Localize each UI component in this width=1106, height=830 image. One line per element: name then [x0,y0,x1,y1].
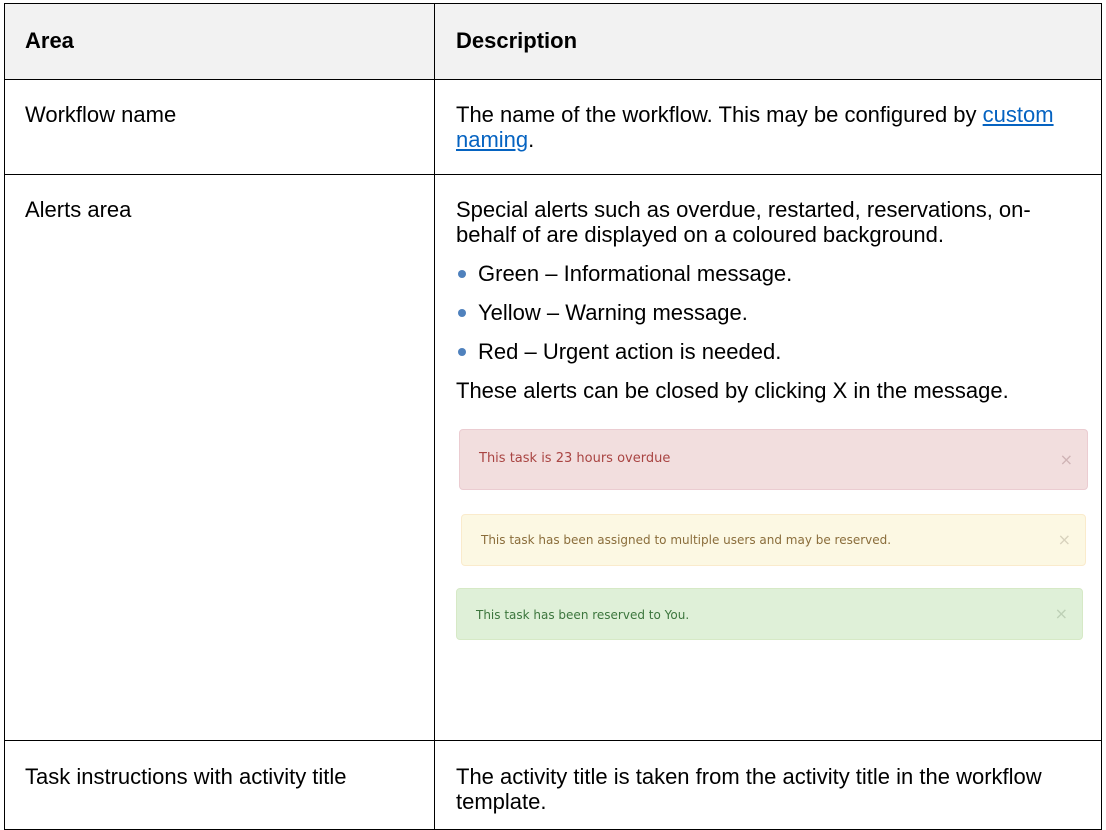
list-item: Red – Urgent action is needed. [456,339,1087,364]
overdue-alert-example: This task is 23 hours overdue × [459,429,1088,490]
close-icon[interactable]: × [1060,451,1073,468]
description-text: The name of the workflow. This may be co… [435,80,1101,152]
workflow-name-description: The name of the workflow. This may be co… [456,102,977,127]
alert-color-list: Green – Informational message. Yellow – … [456,261,1087,364]
reserved-info-alert-example: This task has been reserved to You. × [456,588,1083,640]
area-label: Task instructions with activity title [25,764,347,789]
header-area-cell: Area [4,3,435,80]
header-description: Description [456,28,578,53]
description-cell: The activity title is taken from the act… [434,740,1102,830]
bullet-icon [458,348,466,356]
description-cell: Special alerts such as overdue, restarte… [434,174,1102,741]
area-label: Alerts area [25,197,132,222]
task-instructions-description: The activity title is taken from the act… [456,764,1042,814]
alerts-description: Special alerts such as overdue, restarte… [435,175,1101,640]
list-item: Yellow – Warning message. [456,300,1087,325]
area-description-table: Area Description Workflow name The name … [4,3,1102,830]
close-icon[interactable]: × [1055,606,1068,622]
table-row-workflow-name: Workflow name The name of the workflow. … [4,79,1102,175]
bullet-text-yellow: Yellow – Warning message. [478,300,748,325]
header-description-cell: Description [434,3,1102,80]
table-row-alerts-area: Alerts area Special alerts such as overd… [4,174,1102,741]
table-header-row: Area Description [4,3,1102,80]
description-cell: The name of the workflow. This may be co… [434,79,1102,175]
list-item: Green – Informational message. [456,261,1087,286]
bullet-text-red: Red – Urgent action is needed. [478,339,782,364]
bullet-icon [458,309,466,317]
close-icon[interactable]: × [1058,532,1071,548]
alert-message: This task is 23 hours overdue [479,451,671,466]
area-label: Workflow name [25,102,177,127]
alert-message: This task has been reserved to You. [476,608,690,622]
alert-message: This task has been assigned to multiple … [481,533,892,547]
area-cell: Alerts area [4,174,435,741]
area-cell: Workflow name [4,79,435,175]
description-period: . [528,127,535,152]
reservation-warning-alert-example: This task has been assigned to multiple … [461,514,1086,566]
header-area: Area [25,28,74,53]
bullet-icon [458,270,466,278]
area-cell: Task instructions with activity title [4,740,435,830]
alerts-intro: Special alerts such as overdue, restarte… [456,197,1031,247]
bullet-text-green: Green – Informational message. [478,261,793,286]
table-row-task-instructions: Task instructions with activity title Th… [4,740,1102,830]
alerts-closing-text: These alerts can be closed by clicking X… [456,378,1009,403]
